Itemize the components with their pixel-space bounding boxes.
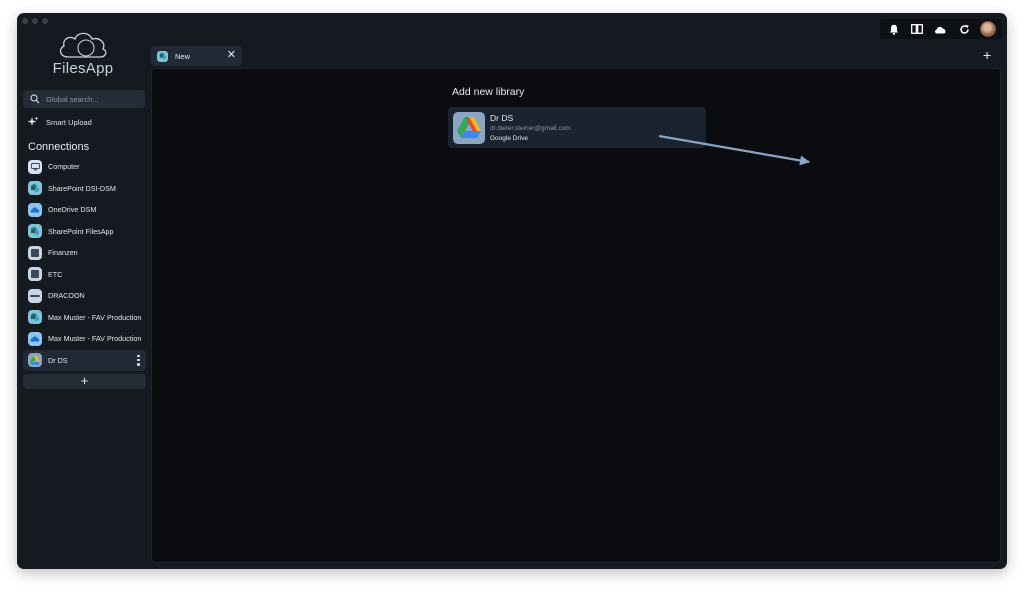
new-tab-button[interactable]: + xyxy=(983,48,991,62)
connection-label: SharePoint FilesApp xyxy=(48,226,114,236)
sparkle-icon xyxy=(27,116,39,126)
cloud-logo-icon xyxy=(59,32,107,58)
connection-item[interactable]: Computer xyxy=(23,156,146,178)
dracoon-icon xyxy=(28,288,42,303)
connection-label: Computer xyxy=(48,162,80,172)
notifications-button[interactable] xyxy=(886,21,902,37)
cloud-icon xyxy=(935,26,946,33)
top-toolbar xyxy=(880,19,1002,39)
split-view-button[interactable] xyxy=(909,21,925,37)
app-name: FilesApp xyxy=(52,60,114,77)
app-window: FilesApp Smart Upload Connections Comput… xyxy=(17,13,1007,569)
refresh-icon xyxy=(960,24,969,34)
connection-label: OneDrive DSM xyxy=(48,205,97,215)
connection-item[interactable]: DRACOON xyxy=(23,285,146,307)
sidebar: FilesApp Smart Upload Connections Comput… xyxy=(17,13,151,569)
global-search[interactable] xyxy=(23,90,145,108)
connection-item[interactable]: SharePoint FilesApp xyxy=(23,221,146,243)
connection-label: Finanzen xyxy=(48,248,78,258)
search-input[interactable] xyxy=(46,94,136,104)
app-logo: FilesApp xyxy=(39,31,127,83)
connections-list: Computer SharePoint DSI-DSM OneDrive DSM… xyxy=(23,156,146,371)
close-tab-icon[interactable]: ✕ xyxy=(227,49,236,62)
search-icon xyxy=(30,94,40,104)
bell-icon xyxy=(889,24,898,35)
tab-new[interactable]: New ✕ xyxy=(151,46,242,66)
google-drive-icon xyxy=(28,353,42,368)
connection-item-active[interactable]: Dr DS xyxy=(23,349,146,371)
connection-label: ETC xyxy=(48,269,63,279)
onedrive-icon xyxy=(28,202,42,217)
more-options-icon[interactable] xyxy=(137,354,140,366)
connection-item[interactable]: ETC xyxy=(23,264,146,286)
sharepoint-icon xyxy=(157,50,168,62)
connection-item[interactable]: Max Muster - FAV Production xyxy=(23,307,146,329)
connections-heading: Connections xyxy=(28,141,90,153)
refresh-button[interactable] xyxy=(957,21,973,37)
computer-icon xyxy=(28,159,42,174)
sharepoint-icon xyxy=(28,224,42,239)
avatar xyxy=(980,21,997,37)
annotation-arrow xyxy=(658,134,810,166)
connection-item[interactable]: SharePoint DSI-DSM xyxy=(23,178,146,200)
server-icon xyxy=(28,245,42,260)
onedrive-icon xyxy=(28,331,42,346)
cloud-sync-button[interactable] xyxy=(933,21,949,37)
sharepoint-icon xyxy=(28,181,42,196)
smart-upload-label: Smart Upload xyxy=(46,117,92,127)
connection-item[interactable]: OneDrive DSM xyxy=(23,199,146,221)
user-menu-button[interactable] xyxy=(980,21,997,37)
connection-item[interactable]: Finanzen xyxy=(23,242,146,264)
server-icon xyxy=(28,267,42,282)
connection-label: SharePoint DSI-DSM xyxy=(48,183,116,193)
smart-upload-button[interactable]: Smart Upload xyxy=(27,116,92,128)
connection-label: DRACOON xyxy=(48,291,85,301)
columns-icon xyxy=(911,24,924,34)
tab-label: New xyxy=(175,51,191,61)
connection-label: Dr DS xyxy=(48,355,68,365)
connection-label: Max Muster - FAV Production xyxy=(48,334,142,344)
connection-label: Max Muster - FAV Production xyxy=(48,312,142,322)
sharepoint-icon xyxy=(28,310,42,325)
connection-item[interactable]: Max Muster - FAV Production xyxy=(23,328,146,350)
add-connection-button[interactable]: + xyxy=(23,374,146,389)
main-panel: Add new library Dr DS dr.dieter.steiner@… xyxy=(151,68,1001,563)
